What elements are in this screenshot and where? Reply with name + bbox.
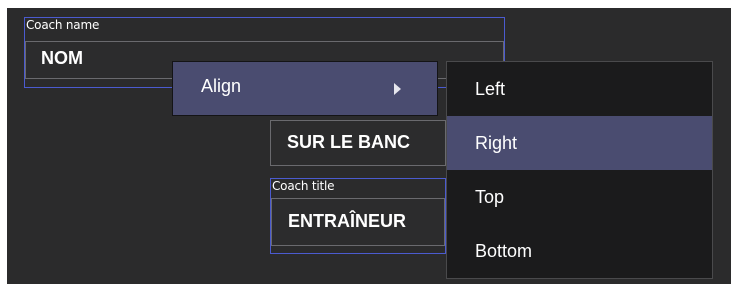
align-submenu: Left Right Top Bottom	[446, 61, 713, 279]
submenu-item-label: Right	[475, 133, 518, 153]
coach-title-field[interactable]: Coach title ENTRAÎNEUR	[270, 178, 446, 254]
submenu-item-label: Bottom	[475, 241, 533, 261]
coach-title-input[interactable]: ENTRAÎNEUR	[271, 198, 445, 246]
submenu-item-label: Top	[475, 187, 505, 207]
coach-name-label: Coach name	[26, 18, 100, 32]
submenu-item-right[interactable]: Right	[447, 116, 712, 170]
coach-title-label: Coach title	[272, 179, 335, 193]
bench-value: SUR LE BANC	[287, 132, 411, 152]
submenu-item-left[interactable]: Left	[447, 62, 712, 116]
submenu-item-label: Left	[475, 79, 506, 99]
coach-name-value: NOM	[41, 48, 83, 68]
align-menu-item-label: Align	[201, 76, 242, 96]
bench-input[interactable]: SUR LE BANC	[270, 120, 446, 166]
submenu-item-bottom[interactable]: Bottom	[447, 224, 712, 278]
submenu-item-top[interactable]: Top	[447, 170, 712, 224]
context-menu-align[interactable]: Align	[172, 61, 438, 116]
chevron-right-icon	[394, 83, 401, 95]
coach-title-value: ENTRAÎNEUR	[288, 211, 407, 231]
